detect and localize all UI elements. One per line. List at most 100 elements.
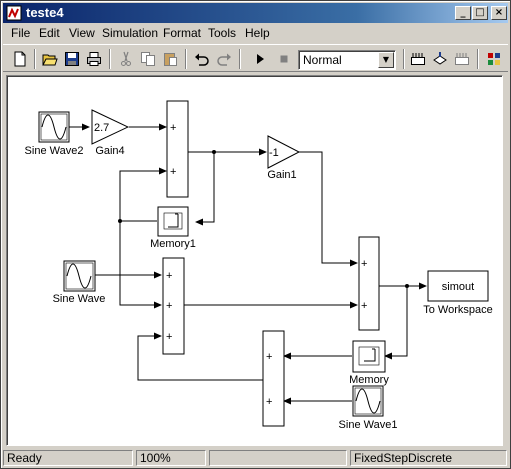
sum-block-middle[interactable]: + + + xyxy=(162,257,185,355)
signal-line[interactable] xyxy=(384,286,408,360)
printer-icon xyxy=(87,52,101,66)
menu-edit[interactable]: Edit xyxy=(39,25,60,42)
sum-block-top[interactable]: + + xyxy=(166,100,189,198)
library-browser-button[interactable] xyxy=(483,49,505,69)
signal-line[interactable] xyxy=(299,151,358,267)
toolbar-separator xyxy=(109,49,111,69)
open-button[interactable] xyxy=(39,49,61,69)
stop-icon xyxy=(280,55,288,63)
sum-plus-sign: + xyxy=(266,396,272,408)
sum-plus-sign: + xyxy=(166,331,172,343)
simulink-model-icon xyxy=(6,5,22,21)
status-middle-panel xyxy=(209,450,347,466)
copy-button[interactable] xyxy=(137,49,159,69)
signal-line[interactable] xyxy=(137,332,263,381)
title-bar[interactable]: teste4 _ □ × xyxy=(3,3,508,23)
to-workspace-block[interactable]: simout To Workspace xyxy=(423,270,493,316)
gain1-label: Gain1 xyxy=(267,169,296,181)
debug-icon xyxy=(455,53,469,65)
toolbar-separator xyxy=(477,49,479,69)
open-folder-icon xyxy=(42,54,58,66)
update-diagram-button[interactable] xyxy=(429,49,451,69)
toolbar-separator xyxy=(403,49,405,69)
cut-button[interactable] xyxy=(115,49,137,69)
debug-button[interactable] xyxy=(451,49,473,69)
sum-block-bottom[interactable]: + + xyxy=(262,330,285,427)
sine-wave1-label: Sine Wave1 xyxy=(339,419,398,431)
toolbar-separator xyxy=(34,49,36,69)
signal-line[interactable] xyxy=(119,221,162,309)
simulation-mode-value: Normal xyxy=(303,53,342,67)
scissors-icon xyxy=(121,51,131,66)
sum-plus-sign: + xyxy=(170,122,176,134)
memory-block[interactable]: Memory xyxy=(349,340,389,386)
sum-plus-sign: + xyxy=(166,270,172,282)
solver-status: FixedStepDiscrete xyxy=(350,450,507,466)
gain4-block[interactable]: 2.7 Gain4 xyxy=(91,109,130,157)
sine-wave1-block[interactable]: Sine Wave1 xyxy=(339,385,398,431)
status-bar: Ready 100% FixedStepDiscrete xyxy=(3,449,508,467)
toolbar-separator xyxy=(239,49,241,69)
memory1-label: Memory1 xyxy=(150,238,196,250)
stop-simulation-button[interactable] xyxy=(273,49,295,69)
play-icon xyxy=(257,54,264,64)
sum-plus-sign: + xyxy=(361,300,367,312)
menu-view[interactable]: View xyxy=(69,25,95,42)
sine-wave-label: Sine Wave xyxy=(53,293,106,305)
redo-button[interactable] xyxy=(213,49,235,69)
sine-wave2-block[interactable]: Sine Wave2 xyxy=(25,111,84,157)
toolbar: Normal ▼ xyxy=(3,44,508,72)
undo-icon xyxy=(195,53,209,66)
gain4-value: 2.7 xyxy=(94,122,109,134)
model-canvas[interactable]: Sine Wave2 2.7 Gain4 + + -1 Gain1 Memory… xyxy=(6,75,503,446)
block-diagram: Sine Wave2 2.7 Gain4 + + -1 Gain1 Memory… xyxy=(25,100,493,431)
menu-format[interactable]: Format xyxy=(163,25,201,42)
toolbar-separator xyxy=(185,49,187,69)
menu-bar: File Edit View Simulation Format Tools H… xyxy=(3,24,508,43)
branch-point xyxy=(405,284,409,288)
build-button[interactable] xyxy=(407,49,429,69)
to-workspace-variable: simout xyxy=(442,281,474,293)
sine-wave2-label: Sine Wave2 xyxy=(25,145,84,157)
memory1-block[interactable]: Memory1 xyxy=(150,206,196,250)
menu-help[interactable]: Help xyxy=(245,25,270,42)
undo-button[interactable] xyxy=(191,49,213,69)
window-title: teste4 xyxy=(26,5,64,20)
redo-icon xyxy=(217,53,231,66)
maximize-button[interactable]: □ xyxy=(472,6,488,20)
paste-button[interactable] xyxy=(159,49,181,69)
menu-simulation[interactable]: Simulation xyxy=(102,25,158,42)
new-file-icon xyxy=(14,51,26,67)
library-browser-icon xyxy=(488,53,500,65)
minimize-button[interactable]: _ xyxy=(455,6,471,20)
menu-file[interactable]: File xyxy=(11,25,30,42)
sine-wave-block[interactable]: Sine Wave xyxy=(53,260,106,305)
print-button[interactable] xyxy=(83,49,105,69)
sum-block-right[interactable]: + + xyxy=(358,236,380,331)
gain4-label: Gain4 xyxy=(95,145,124,157)
status-message: Ready xyxy=(3,450,133,466)
dropdown-arrow-icon[interactable]: ▼ xyxy=(378,52,394,68)
start-simulation-button[interactable] xyxy=(249,49,271,69)
gain1-block[interactable]: -1 Gain1 xyxy=(267,135,301,181)
model-window: teste4 _ □ × File Edit View Simulation F… xyxy=(0,0,511,469)
copy-icon xyxy=(141,52,155,66)
zoom-level: 100% xyxy=(136,450,206,466)
simulation-mode-select[interactable]: Normal ▼ xyxy=(298,50,396,70)
sum-plus-sign: + xyxy=(266,351,272,363)
branch-point xyxy=(118,219,122,223)
branch-point xyxy=(212,150,216,154)
close-button[interactable]: × xyxy=(491,6,507,20)
save-disk-icon xyxy=(65,52,79,66)
save-button[interactable] xyxy=(61,49,83,69)
sum-plus-sign: + xyxy=(170,166,176,178)
sum-plus-sign: + xyxy=(361,258,367,270)
build-icon xyxy=(411,53,425,65)
gain1-value: -1 xyxy=(269,147,279,159)
signal-line[interactable] xyxy=(195,152,215,226)
sum-plus-sign: + xyxy=(166,300,172,312)
update-diagram-icon xyxy=(433,52,447,65)
new-model-button[interactable] xyxy=(9,49,31,69)
to-workspace-label: To Workspace xyxy=(423,304,493,316)
menu-tools[interactable]: Tools xyxy=(208,25,236,42)
